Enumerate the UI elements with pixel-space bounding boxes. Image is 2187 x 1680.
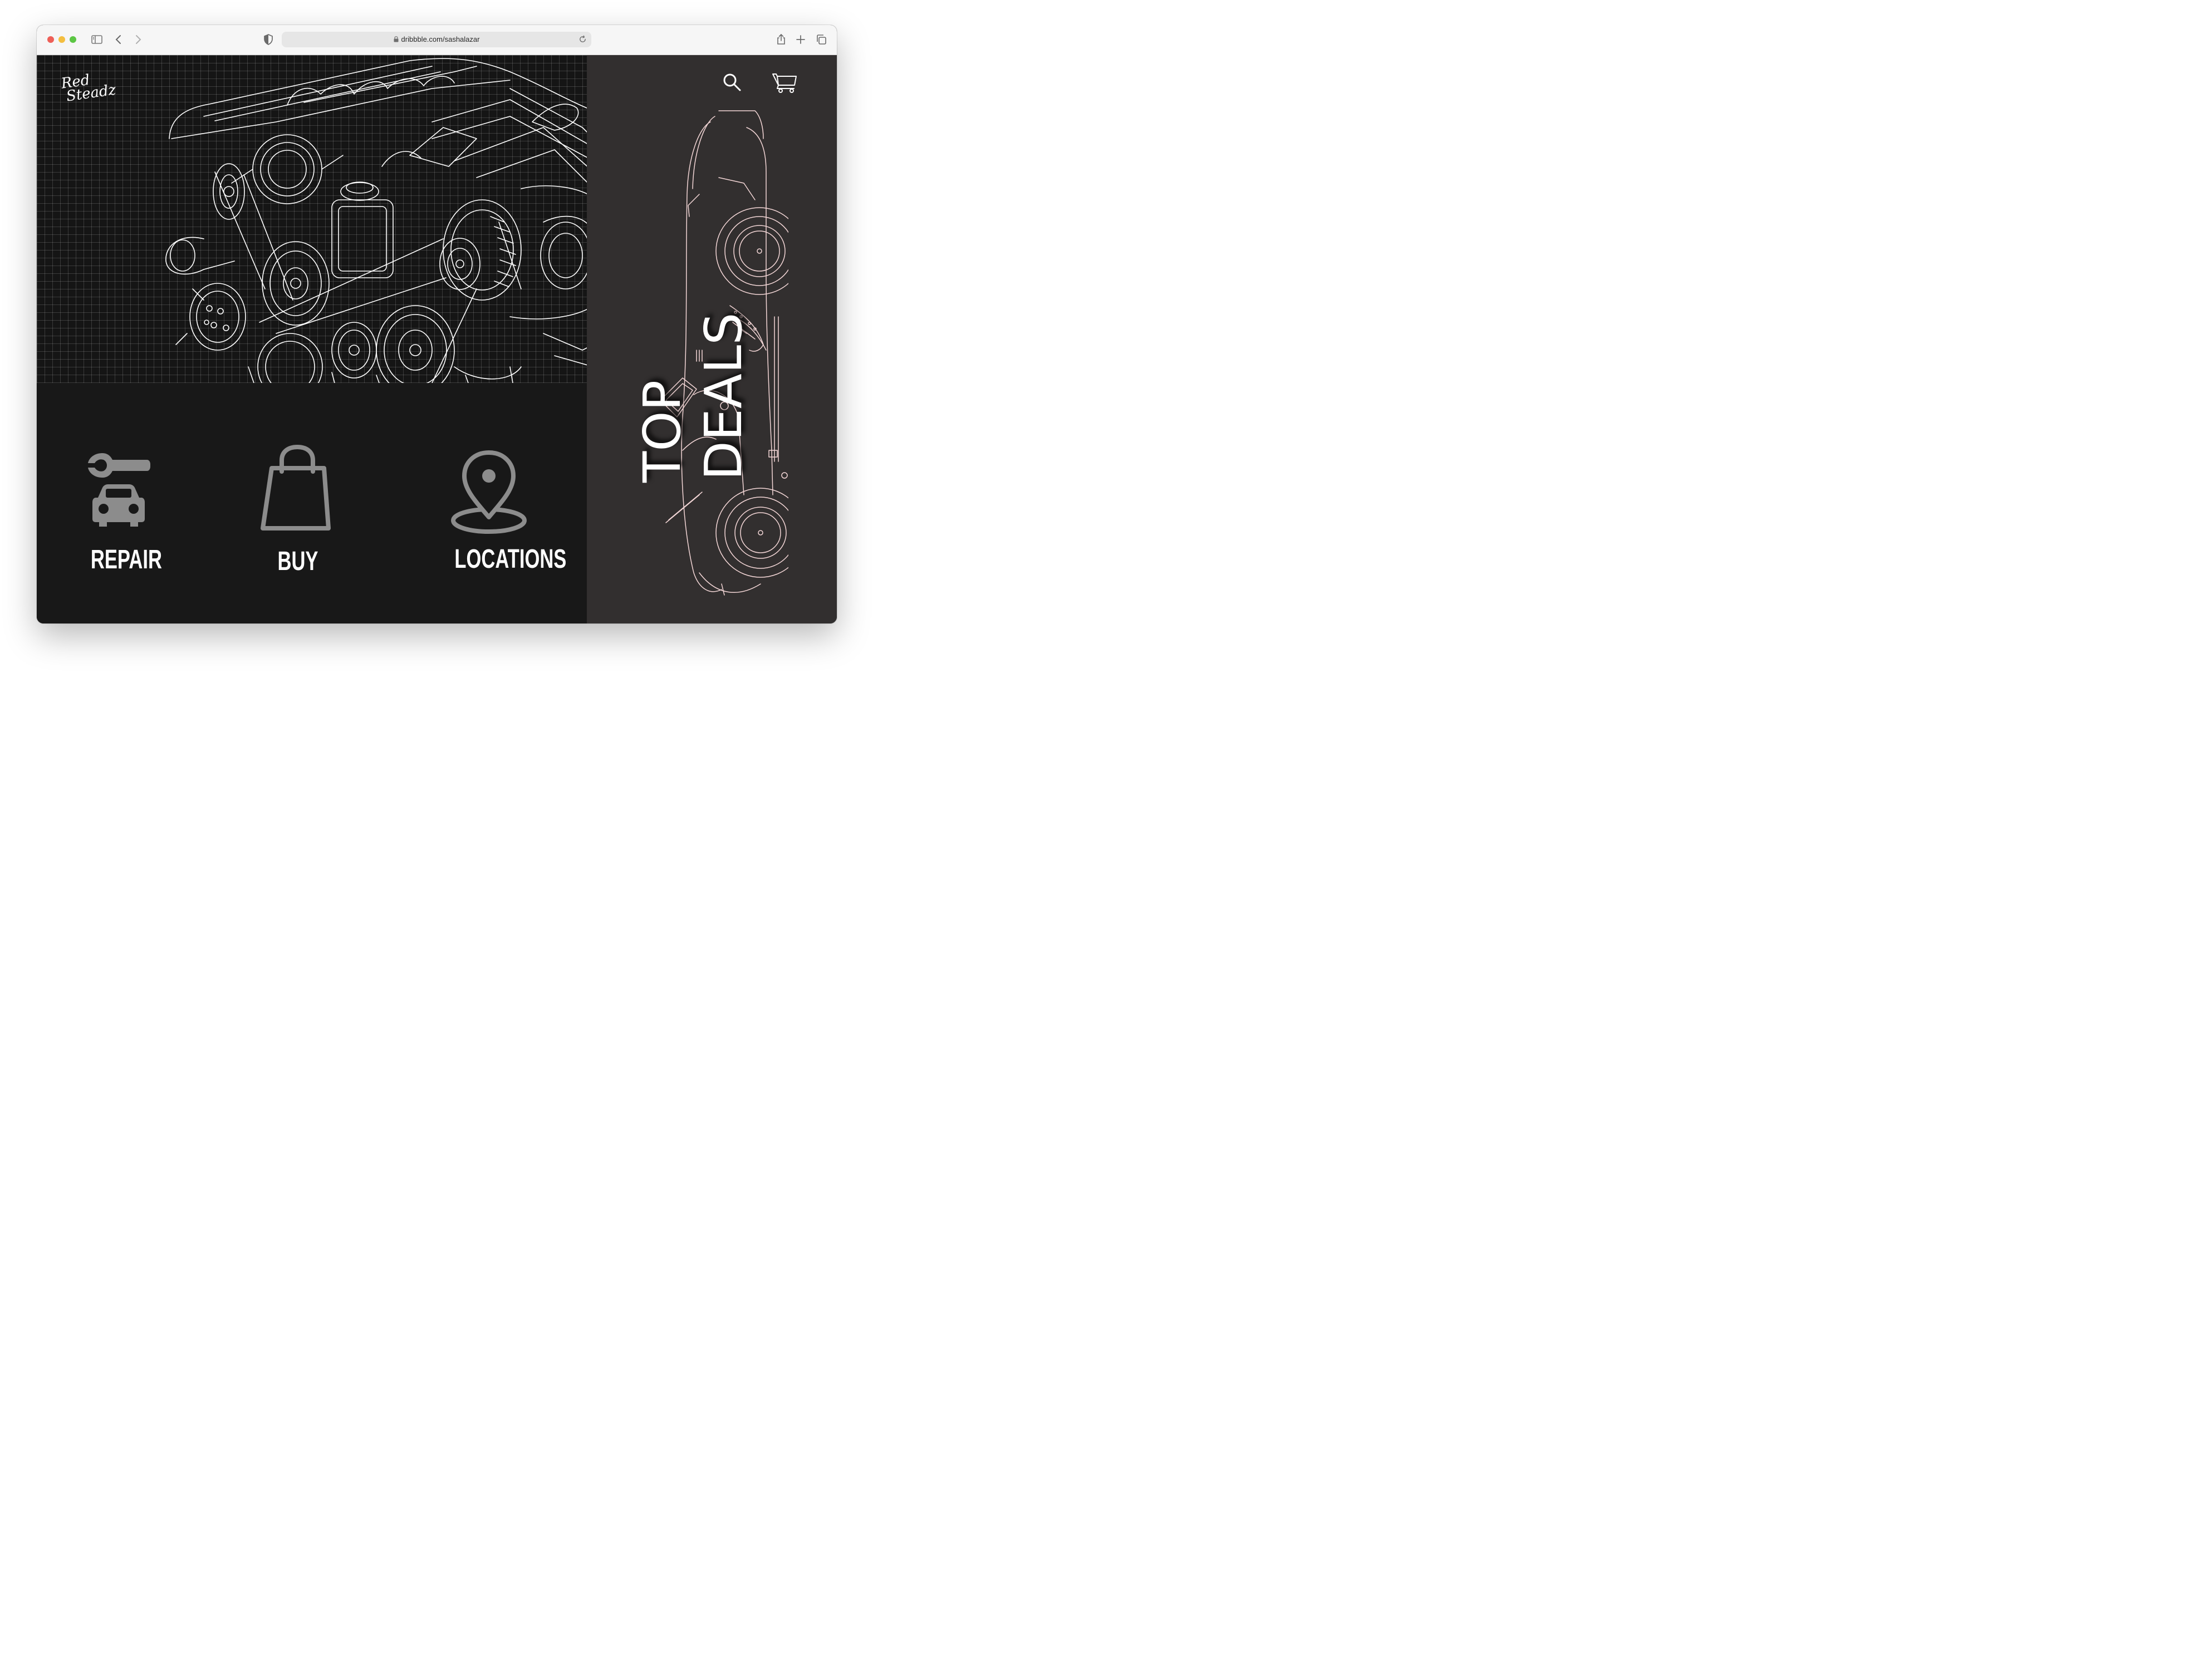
page: Red Steadz REPAIR BUY LOCATIONS TOP DEAL… <box>37 55 837 623</box>
back-icon[interactable] <box>112 33 125 46</box>
reload-icon[interactable] <box>578 35 587 43</box>
shopping-bag-icon <box>261 445 331 530</box>
promo-top-text[interactable]: TOP <box>632 380 692 483</box>
lock-icon <box>394 36 399 42</box>
hero-blueprint <box>37 55 594 383</box>
new-tab-icon[interactable] <box>794 33 807 46</box>
browser-toolbar: dribbble.com/sashalazar <box>37 25 837 55</box>
window-minimize-button[interactable] <box>58 36 65 43</box>
forward-icon[interactable] <box>131 33 145 46</box>
nav-buy[interactable]: BUY <box>259 445 336 577</box>
address-bar[interactable]: dribbble.com/sashalazar <box>282 32 591 47</box>
map-pin-icon <box>451 450 527 534</box>
engine-illustration <box>165 58 594 383</box>
sidebar-toggle-icon[interactable] <box>90 33 104 46</box>
search-icon[interactable] <box>723 73 742 92</box>
window-maximize-button[interactable] <box>70 36 76 43</box>
privacy-shield-icon[interactable] <box>262 33 275 46</box>
wrench-car-icon <box>87 453 150 527</box>
window-close-button[interactable] <box>47 36 54 43</box>
tab-overview-icon[interactable] <box>815 33 828 46</box>
cart-icon[interactable] <box>772 72 797 94</box>
nav-locations[interactable]: LOCATIONS <box>442 450 566 574</box>
promo-deals-text[interactable]: DEALS <box>694 312 753 480</box>
share-icon[interactable] <box>774 33 788 46</box>
nav-repair[interactable]: REPAIR <box>80 453 162 575</box>
browser-window: dribbble.com/sashalazar Red Steadz REPAI… <box>37 25 837 623</box>
url-text: dribbble.com/sashalazar <box>401 35 480 43</box>
